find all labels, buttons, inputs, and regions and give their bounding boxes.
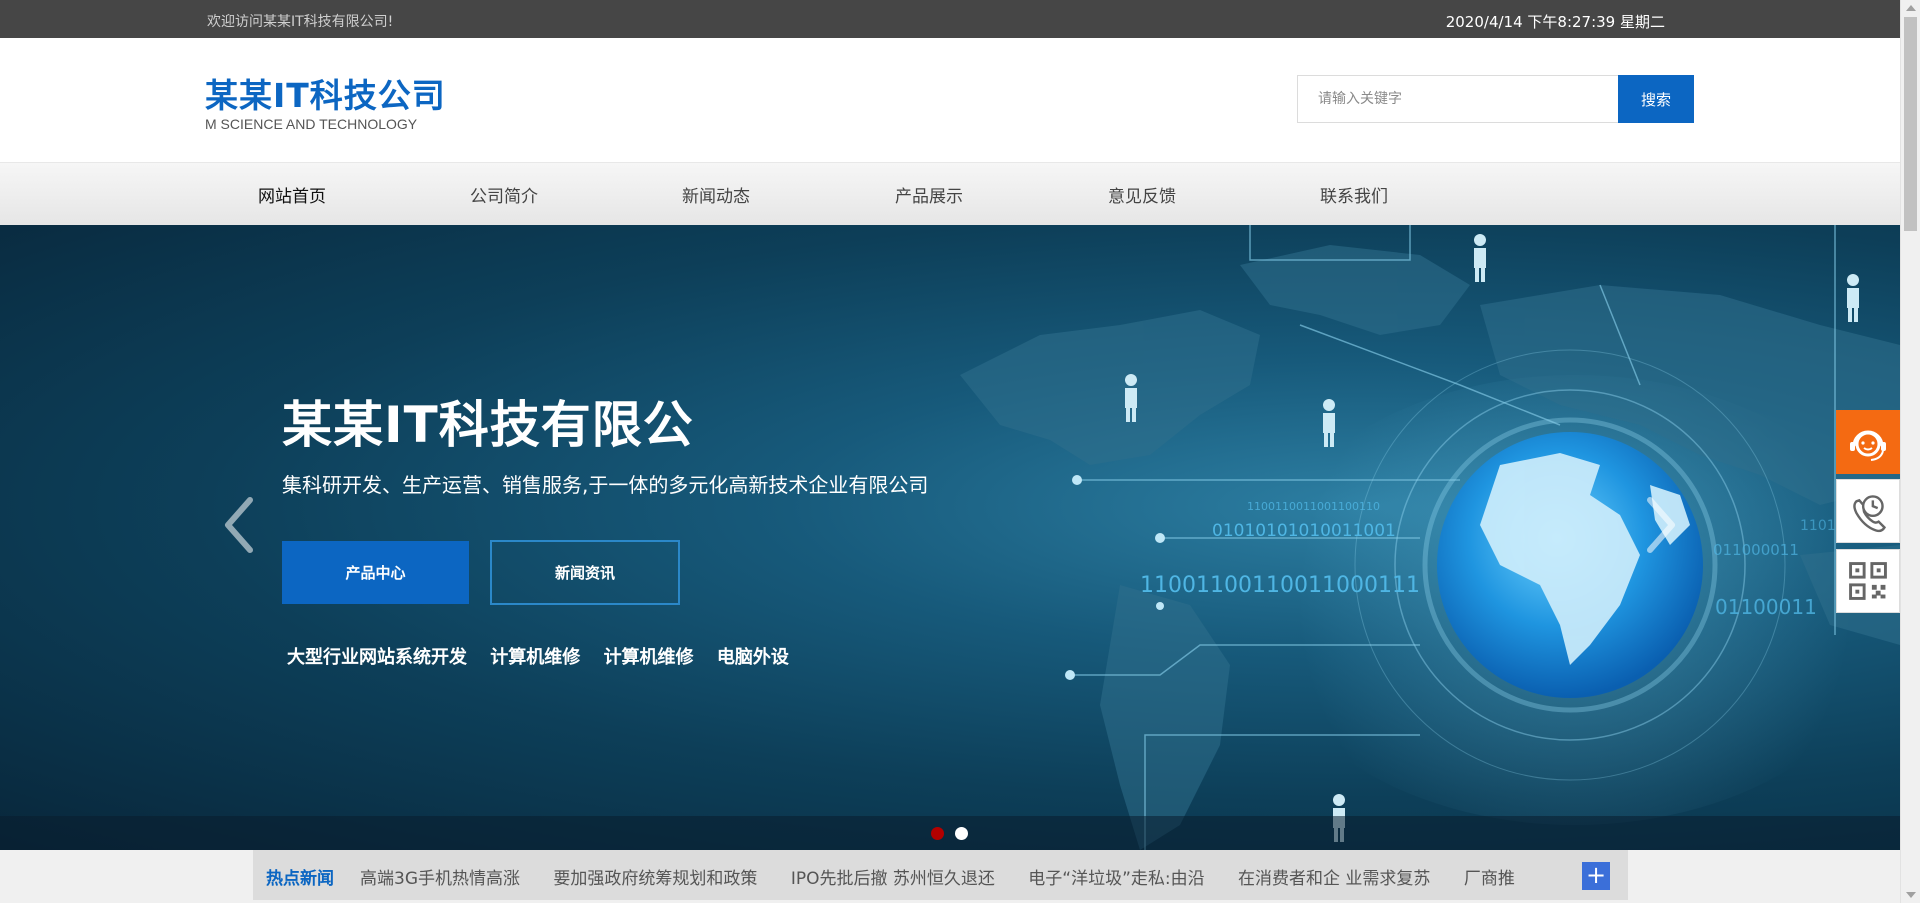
customer-service-button[interactable] [1836,410,1900,474]
qr-code-button[interactable] [1836,549,1900,613]
qr-code-icon [1849,562,1887,600]
page: 欢迎访问某某IT科技有限公司! 2020/4/14 下午8:27:39 星期二 … [0,0,1920,903]
header: 某某IT科技公司 M SCIENCE AND TECHNOLOGY 搜索 [0,38,1900,162]
hot-news-item[interactable]: 电子“洋垃圾”走私:由沿 [1028,869,1204,889]
banner-title: 某某IT科技有限公 [282,396,694,454]
nav-item-contact[interactable]: 联系我们 [1320,182,1388,207]
nav-item-home[interactable]: 网站首页 [258,182,326,207]
binary-line-3: 11001100110011000111 [1140,573,1420,598]
service-tags: 大型行业网站系统开发 计算机维修 计算机维修 电脑外设 [287,643,806,669]
logo-title: 某某IT科技公司 [205,76,446,115]
logo-subtitle: M SCIENCE AND TECHNOLOGY [205,116,418,132]
top-bar: 欢迎访问某某IT科技有限公司! 2020/4/14 下午8:27:39 星期二 [0,0,1900,38]
hot-news-item[interactable]: 厂商推 [1464,869,1515,889]
hot-news-item[interactable]: 要加强政府统筹规划和政策 [553,869,757,889]
hot-news-ticker: 高端3G手机热情高涨 要加强政府统筹规划和政策 IPO先批后撤 苏州恒久退还 电… [360,864,1543,889]
binary-line-2: 01010101010011001 [1212,521,1396,541]
prev-slide-arrow-icon[interactable] [220,495,260,555]
hot-news-bar: 热点新闻 高端3G手机热情高涨 要加强政府统筹规划和政策 IPO先批后撤 苏州恒… [253,850,1628,900]
hero-banner: 1100110011001100110 01010101010011001 11… [0,225,1900,850]
datetime-clock: 2020/4/14 下午8:27:39 星期二 [1445,13,1665,31]
nav-item-about[interactable]: 公司简介 [470,182,538,207]
service-tag[interactable]: 电脑外设 [717,647,789,668]
phone-button[interactable] [1836,479,1900,543]
headset-icon [1850,430,1886,461]
scroll-thumb[interactable] [1904,17,1917,231]
binary-line-6: 01100011 [1715,595,1817,619]
binary-line-4: 011000011 [1713,541,1799,559]
banner-subtitle: 集科研开发、生产运营、销售服务,于一体的多元化高新技术企业有限公司 [282,473,929,497]
service-tag[interactable]: 计算机维修 [604,647,694,668]
hot-news-item[interactable]: 在消费者和企 业需求复苏 [1238,869,1430,889]
slide-dot-1[interactable] [931,827,944,840]
nav-item-products[interactable]: 产品展示 [895,182,963,207]
service-tag[interactable]: 计算机维修 [490,647,580,668]
hot-news-item[interactable]: 高端3G手机热情高涨 [360,869,520,889]
nav-item-news[interactable]: 新闻动态 [682,182,750,207]
phone-clock-icon [1853,495,1886,533]
news-button[interactable]: 新闻资讯 [490,540,680,605]
logo[interactable]: 某某IT科技公司 M SCIENCE AND TECHNOLOGY [205,78,446,133]
main-nav: 网站首页 公司简介 新闻动态 产品展示 意见反馈 联系我们 [0,162,1900,225]
welcome-text: 欢迎访问某某IT科技有限公司! [207,14,394,30]
hot-news-more-button[interactable]: + [1582,862,1610,890]
next-slide-arrow-icon[interactable] [1640,495,1680,555]
service-tag[interactable]: 大型行业网站系统开发 [287,647,467,668]
world-map-graphic: 1100110011001100110 01010101010011001 11… [960,225,1900,850]
scroll-down-arrow-icon[interactable] [1906,892,1916,898]
hot-news-item[interactable]: IPO先批后撤 苏州恒久退还 [791,869,995,889]
page-scrollbar[interactable] [1900,0,1920,903]
slide-dot-2[interactable] [955,827,968,840]
search-input[interactable] [1298,76,1618,122]
binary-line-1: 1100110011001100110 [1247,500,1380,513]
nav-item-feedback[interactable]: 意见反馈 [1108,182,1176,207]
slide-indicator-bar [0,816,1900,850]
scroll-up-arrow-icon[interactable] [1906,5,1916,11]
hot-news-label: 热点新闻 [266,869,334,889]
search-box: 搜索 [1297,75,1694,123]
products-button[interactable]: 产品中心 [282,541,469,604]
search-button[interactable]: 搜索 [1618,75,1694,123]
